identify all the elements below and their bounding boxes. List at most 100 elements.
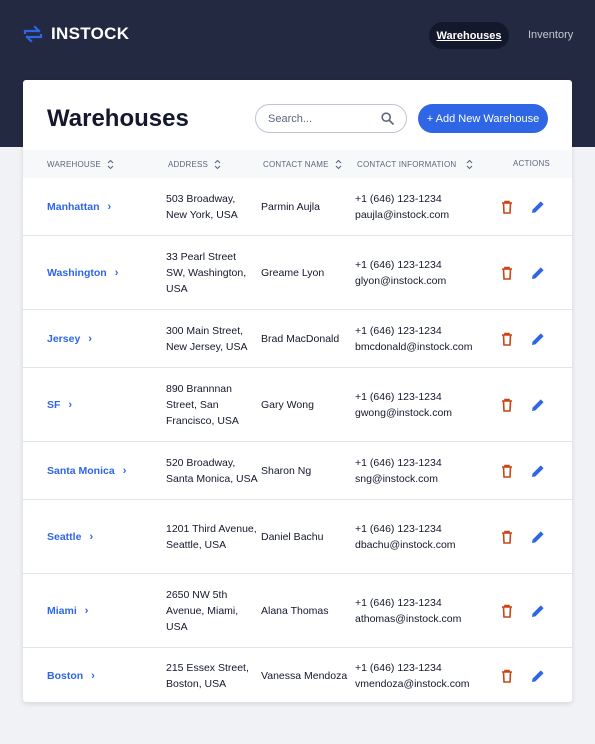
- warehouse-link[interactable]: Miami ›: [47, 603, 88, 619]
- logo[interactable]: INSTOCK: [23, 24, 129, 44]
- search-icon[interactable]: [381, 112, 394, 125]
- phone: +1 (646) 123-1234: [355, 258, 442, 271]
- email: bmcdonald@instock.com: [355, 340, 473, 353]
- header-contact-name[interactable]: CONTACT NAME: [263, 159, 342, 170]
- phone: +1 (646) 123-1234: [355, 192, 442, 205]
- header-actions: ACTIONS: [513, 159, 550, 168]
- contact-info-cell: +1 (646) 123-1234 glyon@instock.com: [355, 257, 446, 289]
- table-row: Washington › 33 Pearl Street SW, Washingt…: [23, 236, 572, 310]
- warehouse-table-body: Manhattan › 503 Broadway, New York, USA P…: [23, 178, 572, 702]
- pencil-icon[interactable]: [531, 200, 545, 214]
- warehouse-link[interactable]: Seattle ›: [47, 529, 93, 545]
- table-row: Miami › 2650 NW 5th Avenue, Miami, USA Al…: [23, 574, 572, 648]
- address-cell: 1201 Third Avenue, Seattle, USA: [166, 522, 257, 551]
- sort-icon[interactable]: [335, 159, 342, 170]
- search-input[interactable]: Search...: [255, 104, 407, 133]
- trash-icon[interactable]: [501, 464, 513, 478]
- chevron-right-icon: ›: [84, 604, 89, 617]
- phone: +1 (646) 123-1234: [355, 662, 442, 674]
- pencil-icon[interactable]: [531, 464, 545, 478]
- address-cell: 300 Main Street, New Jersey, USA: [166, 324, 248, 353]
- contact-name-cell: Alana Thomas: [261, 604, 329, 617]
- email: paujla@instock.com: [355, 208, 450, 221]
- warehouse-link[interactable]: Boston ›: [47, 668, 95, 684]
- warehouse-link[interactable]: Santa Monica ›: [47, 463, 126, 479]
- address-cell: 33 Pearl Street SW, Washington, USA: [166, 250, 247, 295]
- address-cell: 890 Brannnan Street, San Francisco, USA: [166, 382, 239, 427]
- phone: +1 (646) 123-1234: [355, 324, 442, 337]
- contact-name-cell: Greame Lyon: [261, 266, 325, 279]
- warehouse-link[interactable]: Manhattan ›: [47, 199, 111, 215]
- search-placeholder: Search...: [268, 112, 313, 125]
- header-warehouse[interactable]: WAREHOUSE: [47, 159, 114, 170]
- header-contact-information[interactable]: CONTACT INFORMATION: [357, 159, 473, 170]
- warehouse-link[interactable]: Jersey ›: [47, 331, 92, 347]
- trash-icon[interactable]: [501, 332, 513, 346]
- phone: +1 (646) 123-1234: [355, 456, 442, 469]
- contact-name-cell: Daniel Bachu: [261, 530, 324, 543]
- chevron-right-icon: ›: [114, 266, 119, 279]
- phone: +1 (646) 123-1234: [355, 596, 442, 609]
- contact-name-cell: Sharon Ng: [261, 464, 312, 477]
- email: sng@instock.com: [355, 472, 439, 485]
- pencil-icon[interactable]: [531, 530, 545, 544]
- table-row: Seattle › 1201 Third Avenue, Seattle, USA…: [23, 500, 572, 574]
- add-warehouse-button[interactable]: + Add New Warehouse: [418, 104, 548, 133]
- pencil-icon[interactable]: [531, 266, 545, 280]
- contact-info-cell: +1 (646) 123-1234 athomas@instock.com: [355, 595, 461, 627]
- contact-name-cell: Vanessa Mendoza: [261, 670, 348, 682]
- chevron-right-icon: ›: [91, 670, 95, 682]
- contact-info-cell: +1 (646) 123-1234 gwong@instock.com: [355, 389, 452, 421]
- contact-info-cell: +1 (646) 123-1234 paujla@instock.com: [355, 191, 449, 223]
- chevron-right-icon: ›: [107, 200, 112, 213]
- contact-info-cell: +1 (646) 123-1234 vmendoza@instock.com: [355, 660, 470, 692]
- chevron-right-icon: ›: [88, 332, 92, 345]
- address-cell: 2650 NW 5th Avenue, Miami, USA: [166, 588, 239, 633]
- pencil-icon[interactable]: [531, 669, 545, 683]
- table-row: Santa Monica › 520 Broadway, Santa Monica…: [23, 442, 572, 500]
- swap-arrows-icon: [23, 25, 43, 43]
- pencil-icon[interactable]: [531, 332, 545, 346]
- email: dbachu@instock.com: [355, 538, 456, 551]
- contact-info-cell: +1 (646) 123-1234 dbachu@instock.com: [355, 521, 456, 553]
- chevron-right-icon: ›: [89, 530, 94, 543]
- contact-info-cell: +1 (646) 123-1234 bmcdonald@instock.com: [355, 323, 472, 355]
- trash-icon[interactable]: [501, 530, 513, 544]
- logo-text: INSTOCK: [51, 24, 130, 43]
- sort-icon[interactable]: [214, 159, 221, 170]
- trash-icon[interactable]: [501, 604, 513, 618]
- sort-icon[interactable]: [107, 159, 114, 170]
- phone: +1 (646) 123-1234: [355, 522, 442, 535]
- trash-icon[interactable]: [501, 266, 513, 280]
- address-cell: 520 Broadway, Santa Monica, USA: [166, 456, 258, 485]
- contact-name-cell: Parmin Aujla: [261, 200, 320, 213]
- table-header: WAREHOUSE ADDRESS CONTACT NAME CONTACT I…: [23, 150, 572, 178]
- contact-info-cell: +1 (646) 123-1234 sng@instock.com: [355, 455, 442, 487]
- warehouse-link[interactable]: SF ›: [47, 397, 72, 413]
- phone: +1 (646) 123-1234: [355, 390, 442, 403]
- email: athomas@instock.com: [355, 612, 462, 625]
- trash-icon[interactable]: [501, 200, 513, 214]
- trash-icon[interactable]: [501, 398, 513, 412]
- header-address[interactable]: ADDRESS: [168, 159, 221, 170]
- table-row: SF › 890 Brannnan Street, San Francisco, …: [23, 368, 572, 442]
- contact-name-cell: Brad MacDonald: [261, 332, 340, 345]
- chevron-right-icon: ›: [122, 464, 127, 477]
- top-navigation: INSTOCK Warehouses Inventory: [0, 0, 595, 70]
- warehouses-card: Warehouses Search... + Add New Warehouse…: [23, 80, 572, 702]
- table-row: Boston › 215 Essex Street, Boston, USA Va…: [23, 648, 572, 702]
- chevron-right-icon: ›: [68, 398, 73, 411]
- page-title: Warehouses: [47, 105, 189, 132]
- trash-icon[interactable]: [501, 669, 513, 683]
- nav-warehouses[interactable]: Warehouses: [429, 22, 509, 49]
- table-row: Manhattan › 503 Broadway, New York, USA P…: [23, 178, 572, 236]
- sort-icon[interactable]: [466, 159, 473, 170]
- address-cell: 503 Broadway, New York, USA: [166, 192, 238, 221]
- nav-inventory[interactable]: Inventory: [528, 29, 573, 41]
- warehouse-link[interactable]: Washington ›: [47, 265, 118, 281]
- table-row: Jersey › 300 Main Street, New Jersey, USA…: [23, 310, 572, 368]
- pencil-icon[interactable]: [531, 604, 545, 618]
- email: vmendoza@instock.com: [355, 678, 470, 690]
- pencil-icon[interactable]: [531, 398, 545, 412]
- email: glyon@instock.com: [355, 274, 447, 287]
